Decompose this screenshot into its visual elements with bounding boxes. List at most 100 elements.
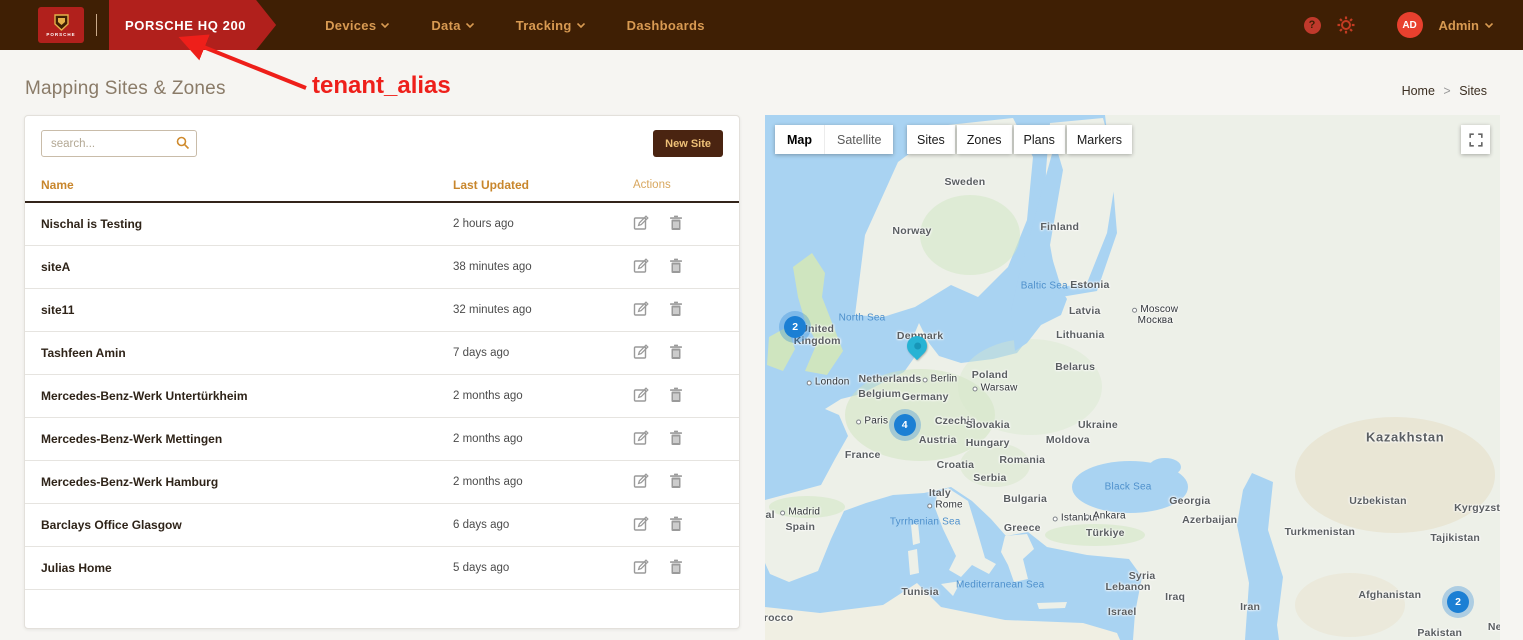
- gear-icon[interactable]: [1337, 16, 1355, 34]
- nav-dashboards[interactable]: Dashboards: [627, 18, 705, 33]
- map-pin[interactable]: [907, 336, 927, 356]
- map-type-map[interactable]: Map: [775, 125, 824, 154]
- pin-icon: [903, 332, 931, 360]
- site-updated: 5 days ago: [453, 562, 633, 574]
- trash-icon: [669, 301, 683, 317]
- search-box: [41, 130, 197, 157]
- user-name: Admin: [1439, 18, 1479, 33]
- table-row: Barclays Office Glasgow 6 days ago: [25, 504, 739, 547]
- site-updated: 2 hours ago: [453, 218, 633, 230]
- map-layer-sites[interactable]: Sites: [907, 125, 955, 154]
- new-site-button[interactable]: New Site: [653, 130, 723, 157]
- porsche-crest-icon: [54, 14, 69, 31]
- trash-icon: [669, 215, 683, 231]
- delete-site-button[interactable]: [669, 344, 683, 363]
- trash-icon: [669, 516, 683, 532]
- delete-site-button[interactable]: [669, 473, 683, 492]
- site-name: siteA: [41, 260, 453, 274]
- map[interactable]: SwedenNorwayFinlandBaltic SeaEstoniaLatv…: [765, 115, 1500, 640]
- map-layer-plans[interactable]: Plans: [1014, 125, 1065, 154]
- cluster-marker[interactable]: 2: [784, 316, 806, 338]
- table-row: Tashfeen Amin 7 days ago: [25, 332, 739, 375]
- edit-site-button[interactable]: [633, 473, 649, 492]
- site-updated: 2 months ago: [453, 476, 633, 488]
- delete-site-button[interactable]: [669, 430, 683, 449]
- chevron-down-icon: [577, 23, 585, 28]
- tenant-banner: PORSCHE HQ 200: [109, 0, 276, 50]
- site-updated: 2 months ago: [453, 433, 633, 445]
- edit-site-button[interactable]: [633, 430, 649, 449]
- column-last-updated: Last Updated: [453, 178, 633, 192]
- nav-devices[interactable]: Devices: [325, 18, 389, 33]
- edit-site-button[interactable]: [633, 215, 649, 234]
- column-name: Name: [41, 178, 453, 192]
- table-row: Mercedes-Benz-Werk Untertürkheim 2 month…: [25, 375, 739, 418]
- breadcrumb-home[interactable]: Home: [1402, 84, 1435, 98]
- delete-site-button[interactable]: [669, 516, 683, 535]
- site-actions: [633, 430, 723, 449]
- chevron-down-icon: [381, 23, 389, 28]
- edit-site-button[interactable]: [633, 344, 649, 363]
- site-updated: 32 minutes ago: [453, 304, 633, 316]
- trash-icon: [669, 430, 683, 446]
- pencil-square-icon: [633, 344, 649, 360]
- topbar-divider: [96, 14, 97, 36]
- porsche-logo-text: PORSCHE: [46, 32, 75, 37]
- map-type-satellite[interactable]: Satellite: [824, 125, 893, 154]
- pencil-square-icon: [633, 473, 649, 489]
- site-name: Mercedes-Benz-Werk Hamburg: [41, 475, 453, 489]
- user-menu[interactable]: Admin: [1439, 18, 1493, 33]
- delete-site-button[interactable]: [669, 387, 683, 406]
- main-nav: Devices Data Tracking Dashboards: [304, 18, 726, 33]
- table-row: siteA 38 minutes ago: [25, 246, 739, 289]
- edit-site-button[interactable]: [633, 258, 649, 277]
- map-markers: 2 4 2: [765, 115, 1500, 640]
- table-row: Julias Home 5 days ago: [25, 547, 739, 590]
- map-layer-markers[interactable]: Markers: [1067, 125, 1132, 154]
- annotation-label: tenant_alias: [312, 72, 451, 100]
- edit-site-button[interactable]: [633, 387, 649, 406]
- table-row: Mercedes-Benz-Werk Mettingen 2 months ag…: [25, 418, 739, 461]
- fullscreen-button[interactable]: [1461, 125, 1490, 154]
- edit-site-button[interactable]: [633, 516, 649, 535]
- search-icon: [176, 136, 190, 150]
- map-layer-zones[interactable]: Zones: [957, 125, 1012, 154]
- pencil-square-icon: [633, 559, 649, 575]
- site-updated: 6 days ago: [453, 519, 633, 531]
- delete-site-button[interactable]: [669, 301, 683, 320]
- delete-site-button[interactable]: [669, 215, 683, 234]
- nav-label: Tracking: [516, 18, 572, 33]
- page-title: Mapping Sites & Zones: [25, 78, 226, 100]
- sites-panel: New Site Name Last Updated Actions Nisch…: [24, 115, 740, 629]
- site-actions: [633, 559, 723, 578]
- delete-site-button[interactable]: [669, 258, 683, 277]
- delete-site-button[interactable]: [669, 559, 683, 578]
- top-navigation-bar: PORSCHE PORSCHE HQ 200 Devices Data Tracki…: [0, 0, 1523, 50]
- pencil-square-icon: [633, 258, 649, 274]
- map-type-control: Map Satellite: [775, 125, 893, 154]
- nav-data[interactable]: Data: [431, 18, 473, 33]
- nav-tracking[interactable]: Tracking: [516, 18, 585, 33]
- chevron-down-icon: [466, 23, 474, 28]
- pencil-square-icon: [633, 516, 649, 532]
- table-row: Nischal is Testing 2 hours ago: [25, 203, 739, 246]
- cluster-marker[interactable]: 2: [1447, 591, 1469, 613]
- cluster-marker[interactable]: 4: [894, 414, 916, 436]
- site-actions: [633, 301, 723, 320]
- breadcrumb-separator: >: [1443, 84, 1450, 98]
- edit-site-button[interactable]: [633, 559, 649, 578]
- site-actions: [633, 258, 723, 277]
- pencil-square-icon: [633, 430, 649, 446]
- search-input[interactable]: [41, 130, 197, 157]
- edit-site-button[interactable]: [633, 301, 649, 320]
- avatar[interactable]: AD: [1397, 12, 1423, 38]
- porsche-logo[interactable]: PORSCHE: [38, 7, 84, 43]
- trash-icon: [669, 559, 683, 575]
- site-name: site11: [41, 303, 453, 317]
- help-icon[interactable]: ?: [1304, 17, 1321, 34]
- site-name: Nischal is Testing: [41, 217, 453, 231]
- table-header: Name Last Updated Actions: [25, 169, 739, 203]
- trash-icon: [669, 473, 683, 489]
- site-name: Mercedes-Benz-Werk Untertürkheim: [41, 389, 453, 403]
- trash-icon: [669, 387, 683, 403]
